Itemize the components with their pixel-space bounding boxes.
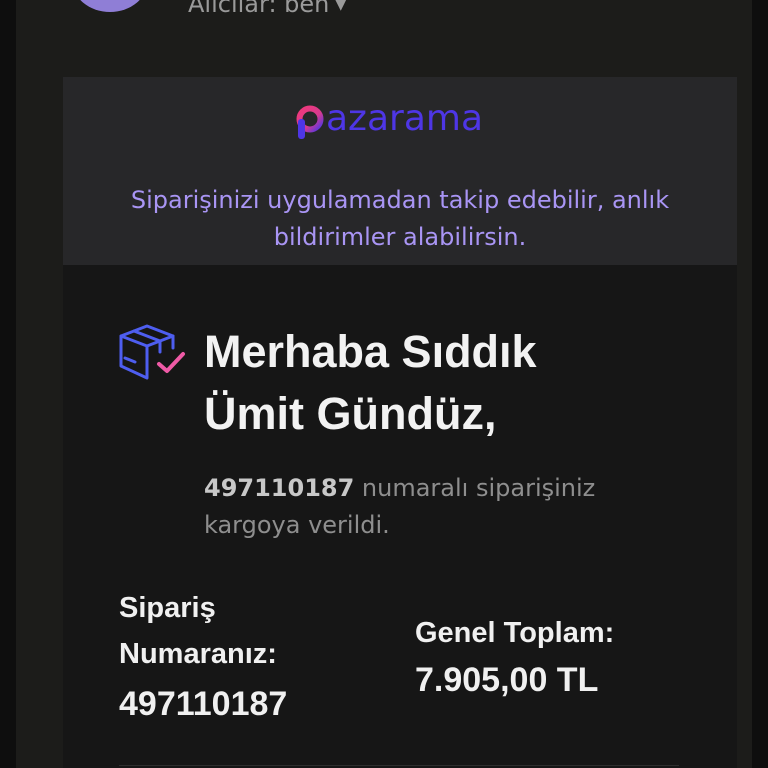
email-body: azarama Siparişinizi uygulamadan takip e… [63,77,737,768]
app-banner[interactable]: azarama Siparişinizi uygulamadan takip e… [63,77,737,265]
order-number-label: Sipariş Numaranız: [119,592,277,670]
order-status-text: 497110187 numaralı siparişiniz kargoya v… [204,470,664,544]
logo-wordmark: azarama [326,98,483,139]
status-order-number: 497110187 [204,474,355,502]
total-label: Genel Toplam: [415,617,615,649]
sender-avatar[interactable] [72,0,148,12]
banner-message: Siparişinizi uygulamadan takip edebilir,… [130,186,670,251]
pazarama-logo-icon: azarama [296,98,483,139]
package-check-icon [117,322,187,384]
pazarama-logo[interactable]: azarama [63,95,737,145]
recipients-text: Alıcılar: ben [188,0,330,18]
left-edge [0,0,16,768]
recipients-line[interactable]: Alıcılar: ben ▼ [188,0,346,19]
greeting-heading: Merhaba Sıddık Ümit Gündüz, [204,326,537,439]
divider [119,765,679,766]
order-number-value: 497110187 [119,685,288,723]
email-panel: Alıcılar: ben ▼ azarama Siparişinizi uyg… [16,0,752,768]
total-value: 7.905,00 TL [415,661,599,699]
chevron-down-icon[interactable]: ▼ [335,0,346,13]
right-edge [752,0,768,768]
